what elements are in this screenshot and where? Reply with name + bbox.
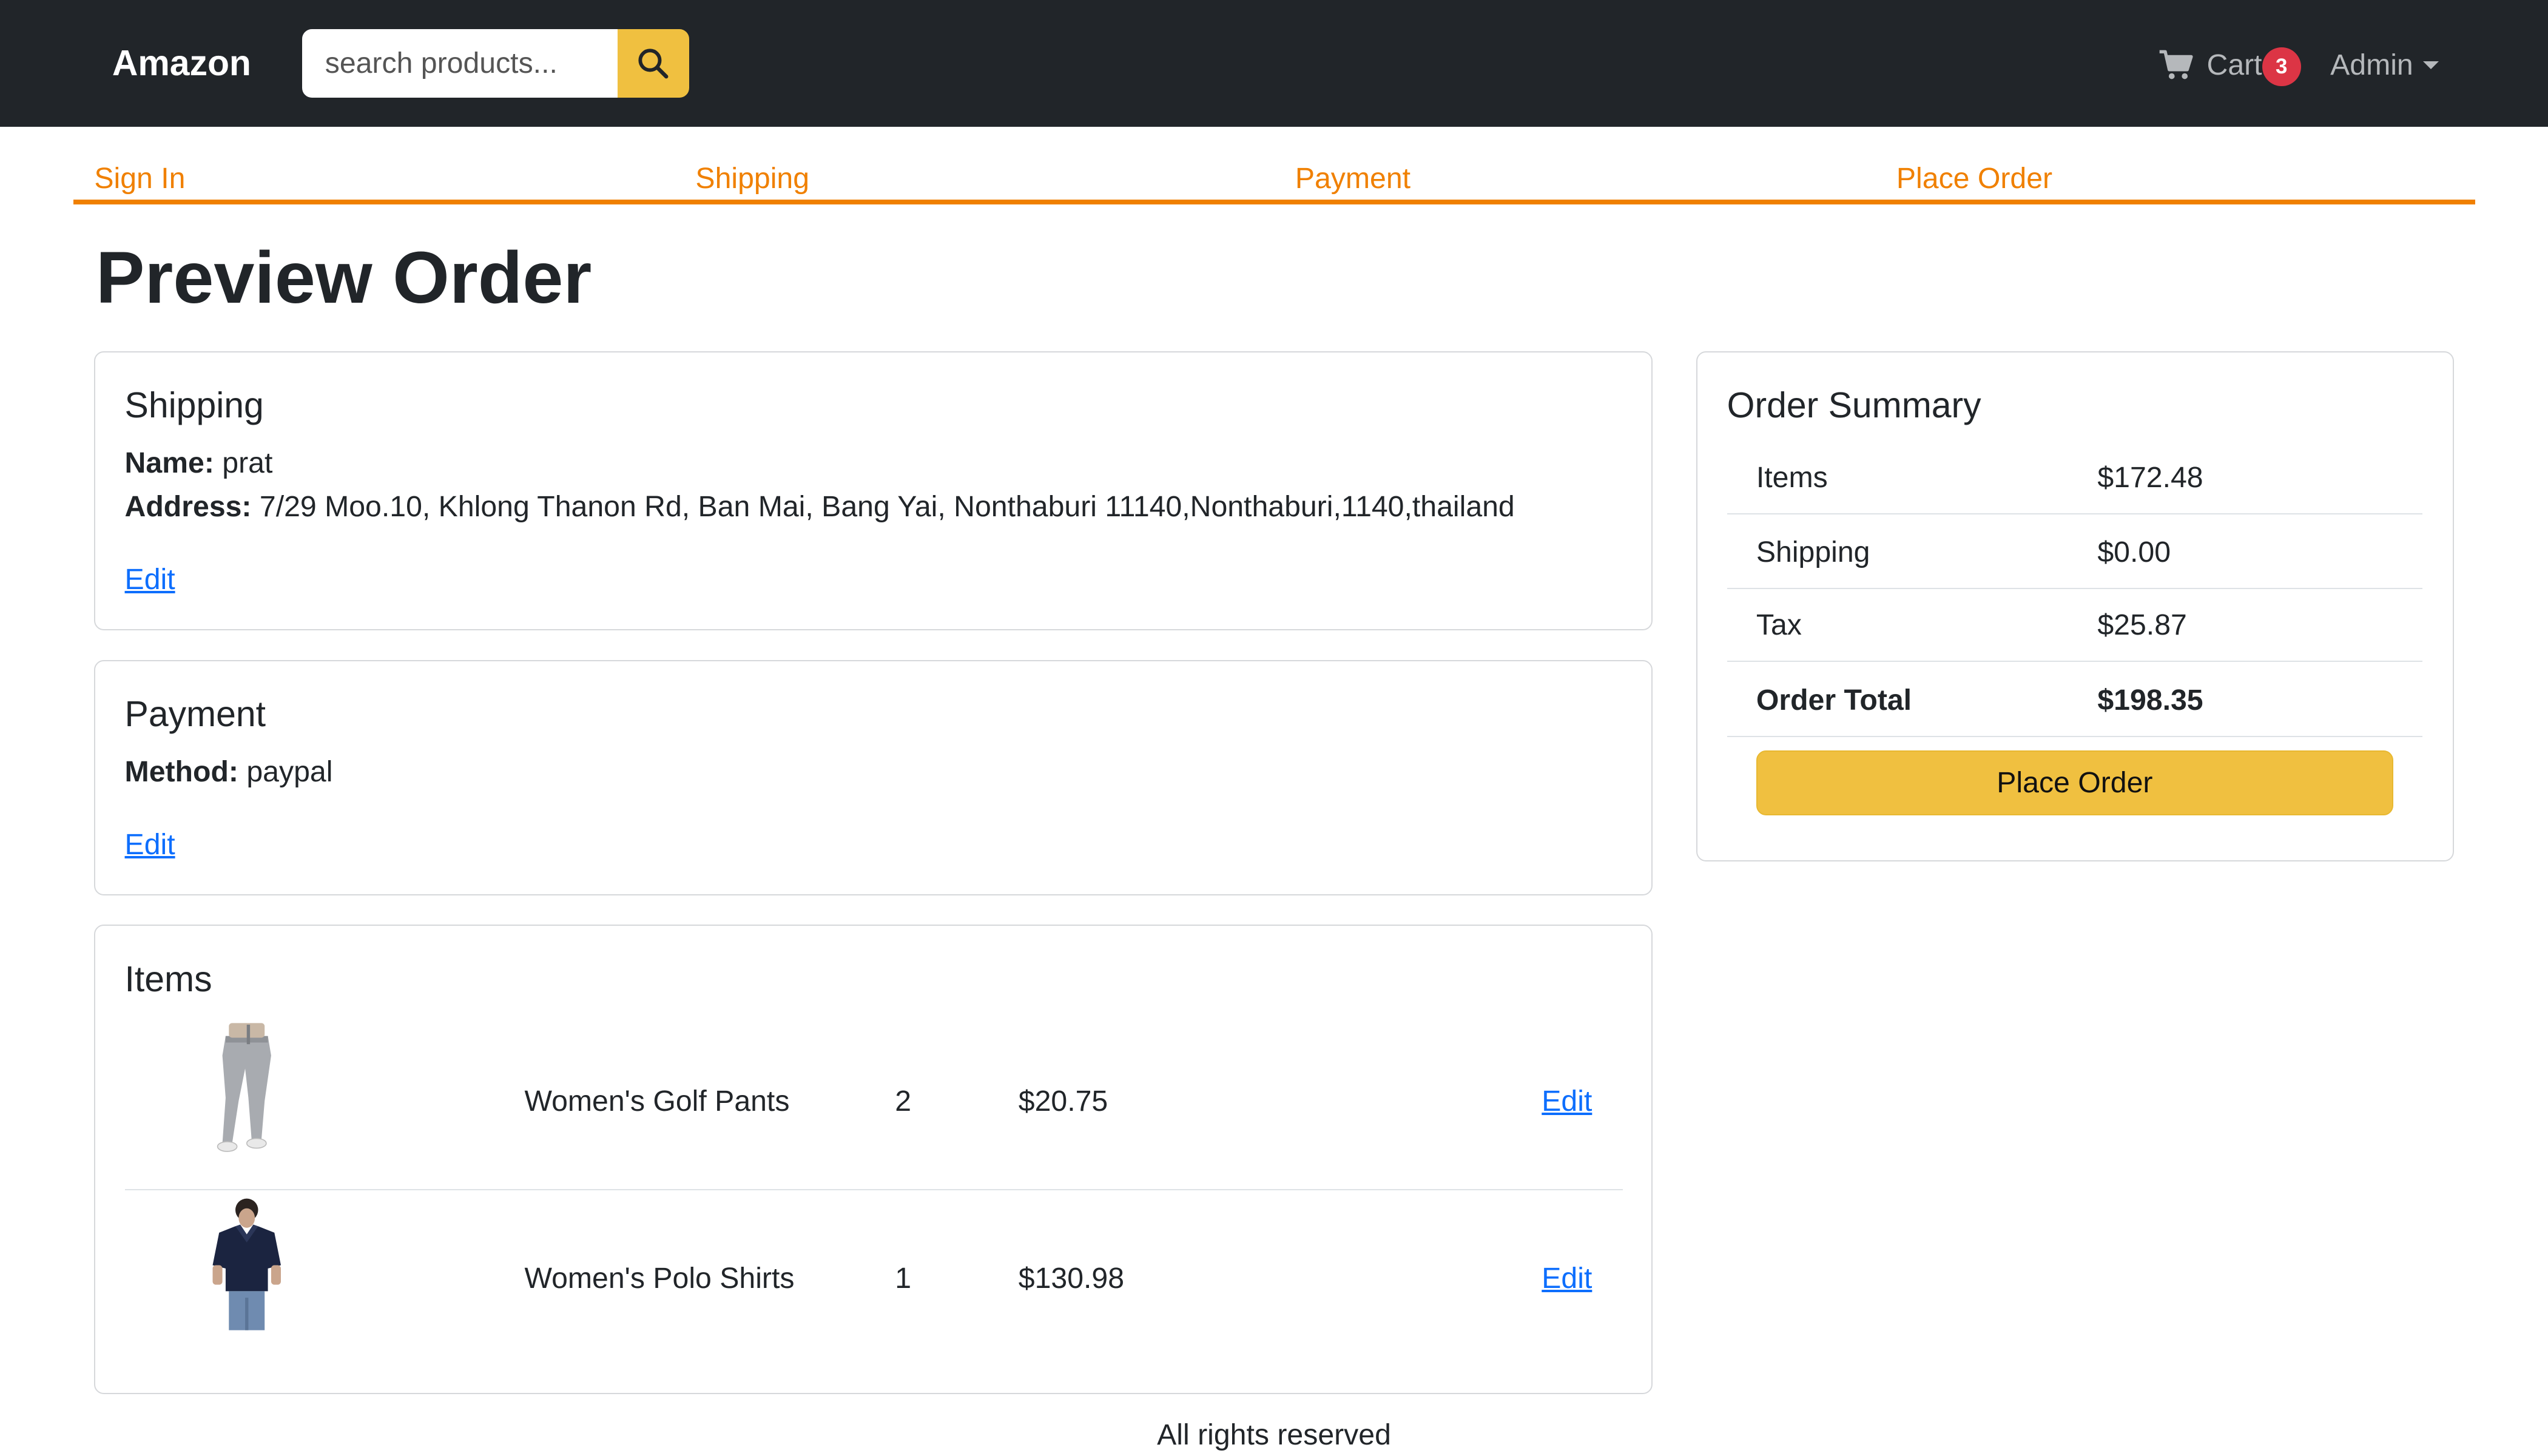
order-item-row: Women's Polo Shirts 1 $130.98 Edit (125, 1191, 1623, 1366)
payment-edit-link[interactable]: Edit (125, 825, 175, 864)
page-title: Preview Order (96, 236, 592, 318)
summary-total-label: Order Total (1756, 683, 1912, 716)
item-price: $130.98 (1018, 1262, 1125, 1295)
step-shipping: Shipping (695, 162, 810, 195)
navbar: Amazon Cart 3 Admin (0, 0, 2548, 127)
shipping-address-label: Address: (124, 490, 252, 523)
item-edit-link[interactable]: Edit (1542, 1082, 1592, 1121)
admin-menu-label: Admin (2330, 49, 2413, 81)
item-name[interactable]: Women's Golf Pants (524, 1082, 789, 1121)
items-card-title: Items (124, 960, 212, 999)
item-quantity: 1 (895, 1262, 912, 1295)
steps-progress-bar (73, 200, 2475, 205)
shipping-card-title: Shipping (124, 386, 264, 426)
checkout-steps: Sign In Shipping Payment Place Order (73, 156, 2475, 205)
chevron-down-icon (2422, 61, 2439, 69)
payment-card: Payment Method: paypal Edit (94, 659, 1653, 895)
items-card: Items Women's Golf Pants 2 $20.75 Edit W… (94, 925, 1653, 1395)
summary-tax-value: $25.87 (2097, 608, 2187, 642)
summary-shipping-label: Shipping (1756, 535, 1870, 568)
place-order-button[interactable]: Place Order (1756, 750, 2393, 815)
summary-tax-label: Tax (1756, 608, 1802, 642)
payment-method: Method: paypal (125, 752, 333, 791)
cart-count-badge: 3 (2262, 47, 2301, 86)
search-input[interactable] (302, 29, 618, 98)
step-place-order: Place Order (1896, 162, 2053, 195)
shipping-edit-link[interactable]: Edit (125, 560, 175, 599)
search-button[interactable] (617, 29, 689, 98)
order-summary-title: Order Summary (1727, 386, 1981, 426)
shipping-name-label: Name: (124, 446, 214, 479)
order-summary-card: Order Summary Items $172.48 Shipping $0.… (1696, 351, 2454, 861)
summary-total-value: $198.35 (2097, 683, 2203, 716)
summary-shipping-value: $0.00 (2097, 535, 2171, 568)
payment-card-title: Payment (124, 695, 266, 735)
summary-items-label: Items (1756, 460, 1828, 494)
cart-label: Cart (2206, 49, 2262, 82)
search-icon (638, 49, 669, 79)
shipping-address-value: 7/29 Moo.10, Khlong Thanon Rd, Ban Mai, … (259, 490, 1515, 523)
search-form (302, 29, 689, 98)
item-name[interactable]: Women's Polo Shirts (524, 1259, 794, 1298)
item-quantity: 2 (895, 1085, 912, 1118)
shipping-name: Name: prat (125, 443, 273, 482)
polo-shirt-image[interactable] (190, 1197, 304, 1333)
step-payment: Payment (1295, 162, 1411, 195)
summary-row-shipping: Shipping $0.00 (1727, 514, 2423, 589)
golf-pants-image[interactable] (190, 1020, 304, 1156)
cart-link[interactable]: Cart 3 (2158, 46, 2301, 86)
brand-logo[interactable]: Amazon (112, 41, 251, 86)
admin-menu[interactable]: Admin (2330, 46, 2439, 84)
summary-row-items: Items $172.48 (1727, 440, 2423, 514)
shipping-name-value: prat (222, 446, 273, 479)
order-item-row: Women's Golf Pants 2 $20.75 Edit (124, 1014, 1623, 1191)
payment-method-value: paypal (246, 755, 333, 788)
summary-row-tax: Tax $25.87 (1727, 588, 2423, 662)
shipping-address: Address: 7/29 Moo.10, Khlong Thanon Rd, … (125, 487, 1515, 526)
item-edit-link[interactable]: Edit (1542, 1259, 1592, 1298)
cart-icon (2159, 50, 2193, 79)
summary-items-value: $172.48 (2097, 460, 2203, 494)
payment-method-label: Method: (124, 755, 238, 788)
step-sign-in: Sign In (94, 162, 186, 195)
summary-row-total: Order Total $198.35 (1727, 662, 2423, 737)
item-price: $20.75 (1018, 1085, 1108, 1118)
shipping-card: Shipping Name: prat Address: 7/29 Moo.10… (94, 351, 1653, 631)
footer-text: All rights reserved (1157, 1418, 1391, 1452)
